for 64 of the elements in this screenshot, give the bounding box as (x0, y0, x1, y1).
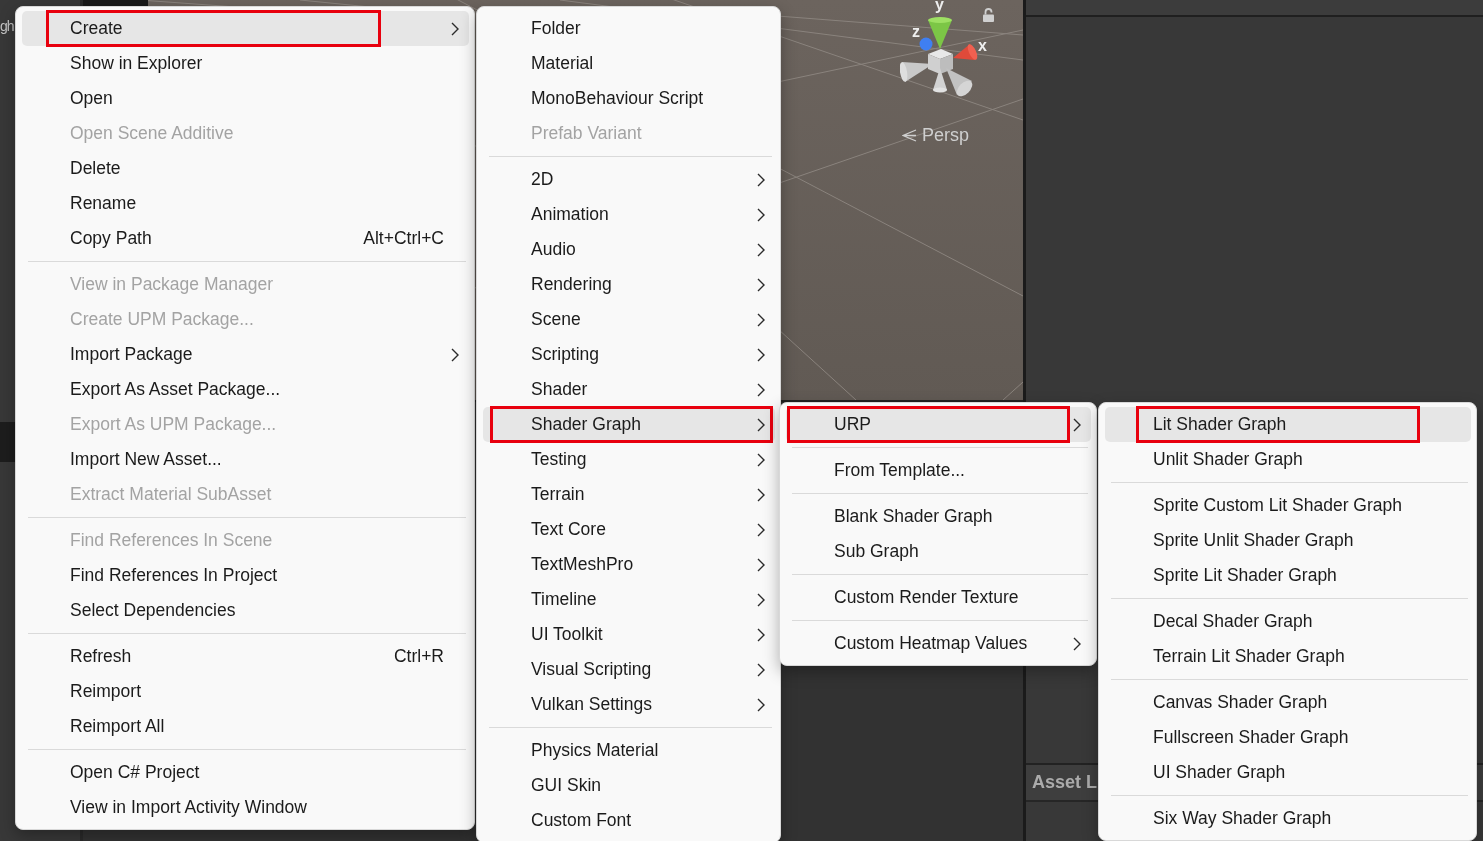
lock-icon[interactable] (983, 8, 994, 22)
menu-item[interactable]: Reimport (22, 674, 469, 709)
menu-item[interactable]: Decal Shader Graph (1105, 604, 1471, 639)
menu-item[interactable]: Shader Graph (483, 407, 775, 442)
menu-item[interactable]: Timeline (483, 582, 775, 617)
menu-item[interactable]: Custom Heatmap Values (786, 626, 1091, 661)
menu-item[interactable]: Select Dependencies (22, 593, 469, 628)
menu-item[interactable]: Material (483, 46, 775, 81)
menu-item[interactable]: Audio (483, 232, 775, 267)
menu-item[interactable]: Canvas Shader Graph (1105, 685, 1471, 720)
menu-item[interactable]: Blank Shader Graph (786, 499, 1091, 534)
menu-item[interactable]: Export As Asset Package... (22, 372, 469, 407)
menu-item[interactable]: Copy Path Alt+Ctrl+C (22, 221, 469, 256)
menu-item[interactable]: Testing (483, 442, 775, 477)
menu-item[interactable]: Lit Shader Graph (1105, 407, 1471, 442)
menu-item[interactable]: 2D (483, 162, 775, 197)
menu-item[interactable]: Text Core (483, 512, 775, 547)
menu-item[interactable]: GUI Skin (483, 768, 775, 803)
menu-item[interactable]: Terrain (483, 477, 775, 512)
menu-item[interactable]: Shader (483, 372, 775, 407)
menu-item[interactable]: Animation (483, 197, 775, 232)
menu-item[interactable]: Custom Font (483, 803, 775, 838)
menu-item[interactable]: Sprite Custom Lit Shader Graph (1105, 488, 1471, 523)
menu-item[interactable]: View in Import Activity Window (22, 790, 469, 825)
menu-item[interactable]: Import New Asset... (22, 442, 469, 477)
menu-item[interactable]: From Template... (786, 453, 1091, 488)
menu-item[interactable]: Delete (22, 151, 469, 186)
menu-item[interactable]: Vulkan Settings (483, 687, 775, 722)
menu-item[interactable]: Physics Material (483, 733, 775, 768)
shortcut-text: Ctrl+R (393, 646, 444, 667)
menu-item[interactable]: Six Way Shader Graph (1105, 801, 1471, 836)
projection-label[interactable]: Persp (922, 124, 970, 146)
axis-label: y (935, 0, 944, 13)
menu-item[interactable]: Find References In Project (22, 558, 469, 593)
menu-item[interactable]: Scene (483, 302, 775, 337)
menu-item[interactable]: Show in Explorer (22, 46, 469, 81)
menu-item[interactable]: Sub Graph (786, 534, 1091, 569)
menu-item[interactable]: Fullscreen Shader Graph (1105, 720, 1471, 755)
menu-item[interactable]: Custom Render Texture (786, 580, 1091, 615)
menu-item[interactable]: MonoBehaviour Script (483, 81, 775, 116)
menu-item[interactable]: Open (22, 81, 469, 116)
menu-item[interactable]: Import Package (22, 337, 469, 372)
menu-item[interactable]: Refresh Ctrl+R (22, 639, 469, 674)
menu-item[interactable]: Sprite Unlit Shader Graph (1105, 523, 1471, 558)
menu-item[interactable]: Open C# Project (22, 755, 469, 790)
axis-label: z (912, 24, 920, 40)
menu-item[interactable]: UI Toolkit (483, 617, 775, 652)
menu-item[interactable]: Unlit Shader Graph (1105, 442, 1471, 477)
menu-item[interactable]: TextMeshPro (483, 547, 775, 582)
menu-item[interactable]: Terrain Lit Shader Graph (1105, 639, 1471, 674)
menu-item[interactable]: Rename (22, 186, 469, 221)
menu-item[interactable]: Folder (483, 11, 775, 46)
shortcut-text: Alt+Ctrl+C (363, 228, 444, 249)
menu-item[interactable]: URP (786, 407, 1091, 442)
menu-item[interactable]: Rendering (483, 267, 775, 302)
menu-item[interactable]: Reimport All (22, 709, 469, 744)
perspective-icon (902, 128, 917, 142)
menu-item[interactable]: Sprite Lit Shader Graph (1105, 558, 1471, 593)
axis-label: x (978, 38, 987, 54)
menu-item[interactable]: Scripting (483, 337, 775, 372)
panel-text: gh (0, 17, 14, 35)
orientation-gizmo[interactable] (900, 16, 978, 98)
menu-item[interactable]: Visual Scripting (483, 652, 775, 687)
menu-item[interactable]: Create (22, 11, 469, 46)
